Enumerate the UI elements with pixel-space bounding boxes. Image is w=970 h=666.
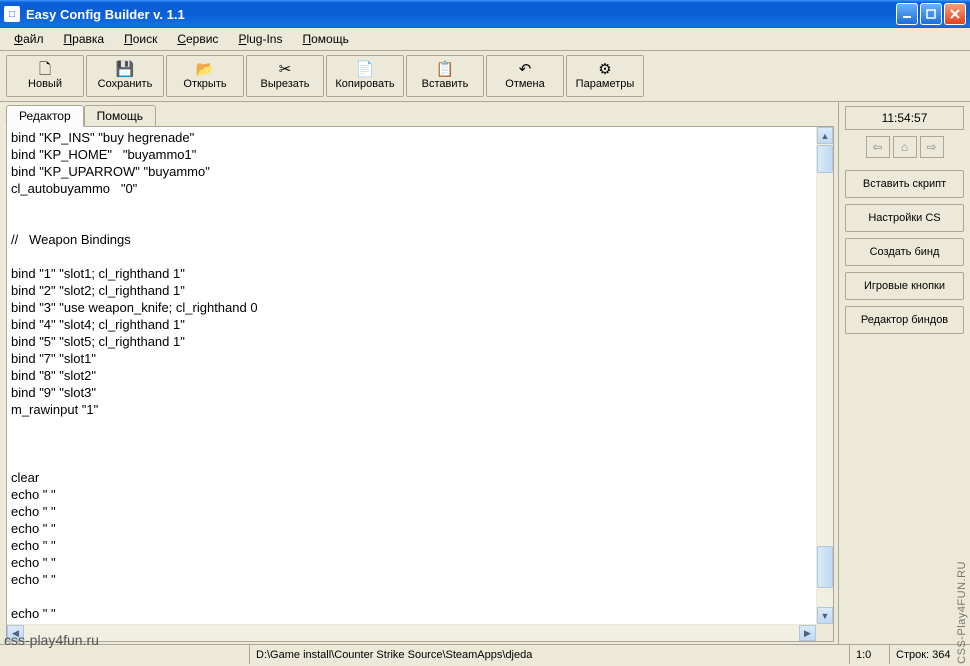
toolbar-label: Сохранить (98, 78, 153, 90)
toolbar-label: Параметры (576, 78, 635, 90)
nav-buttons: ⇦ ⌂ ⇨ (845, 136, 964, 158)
toolbar-label: Вставить (422, 78, 469, 90)
scroll-right-arrow[interactable]: ▶ (799, 625, 816, 641)
nav-back-button[interactable]: ⇦ (866, 136, 890, 158)
app-icon: □ (4, 6, 20, 22)
toolbar-label: Открыть (183, 78, 226, 90)
save-icon: 💾 (116, 62, 135, 77)
minimize-button[interactable] (896, 3, 918, 25)
toolbar-label: Отмена (505, 78, 544, 90)
paste-button[interactable]: 📋Вставить (406, 55, 484, 97)
menu-помощь[interactable]: Помощь (294, 30, 356, 48)
tab-помощь[interactable]: Помощь (84, 105, 156, 127)
tab-редактор[interactable]: Редактор (6, 105, 84, 127)
insert-script-button[interactable]: Вставить скрипт (845, 170, 964, 198)
menu-поиск[interactable]: Поиск (116, 30, 165, 48)
nav-home-button[interactable]: ⌂ (893, 136, 917, 158)
copy-icon: 📄 (356, 62, 375, 77)
scroll-corner (816, 624, 833, 641)
toolbar-label: Копировать (335, 78, 394, 90)
status-cursor-pos: 1:0 (850, 645, 890, 664)
open-button[interactable]: 📂Открыть (166, 55, 244, 97)
titlebar: □ Easy Config Builder v. 1.1 (0, 0, 970, 28)
horizontal-scrollbar[interactable]: ◀ ▶ (7, 624, 816, 641)
bind-editor-button[interactable]: Редактор биндов (845, 306, 964, 334)
cs-settings-button[interactable]: Настройки CS (845, 204, 964, 232)
clock: 11:54:57 (845, 106, 964, 130)
copy-button[interactable]: 📄Копировать (326, 55, 404, 97)
create-bind-button[interactable]: Создать бинд (845, 238, 964, 266)
menubar: ФайлПравкаПоискСервисPlug-InsПомощь (0, 28, 970, 51)
save-button[interactable]: 💾Сохранить (86, 55, 164, 97)
watermark-bottom-right: CSS-Play4FUN.RU (956, 561, 968, 664)
menu-файл[interactable]: Файл (6, 30, 52, 48)
params-button[interactable]: ⚙Параметры (566, 55, 644, 97)
scroll-up-arrow[interactable]: ▲ (817, 127, 833, 144)
toolbar: 🗋Новый💾Сохранить📂Открыть✂Вырезать📄Копиро… (0, 51, 970, 102)
new-icon: 🗋 (39, 62, 51, 77)
menu-plug-ins[interactable]: Plug-Ins (230, 30, 290, 48)
editor-panel: bind "KP_INS" "buy hegrenade" bind "KP_H… (6, 126, 834, 642)
cut-icon: ✂ (279, 62, 292, 77)
undo-icon: ↶ (519, 62, 532, 77)
undo-button[interactable]: ↶Отмена (486, 55, 564, 97)
toolbar-label: Вырезать (261, 78, 310, 90)
editor-textarea[interactable]: bind "KP_INS" "buy hegrenade" bind "KP_H… (7, 127, 833, 641)
scroll-thumb-top[interactable] (817, 145, 833, 173)
statusbar: D:\Game install\Counter Strike Source\St… (0, 644, 970, 664)
menu-правка[interactable]: Правка (56, 30, 113, 48)
new-button[interactable]: 🗋Новый (6, 55, 84, 97)
close-button[interactable] (944, 3, 966, 25)
window-title: Easy Config Builder v. 1.1 (26, 7, 896, 22)
paste-icon: 📋 (436, 62, 455, 77)
tabstrip: РедакторПомощь (6, 104, 834, 126)
vertical-scrollbar[interactable]: ▲ ▼ (816, 127, 833, 624)
nav-forward-button[interactable]: ⇨ (920, 136, 944, 158)
menu-сервис[interactable]: Сервис (169, 30, 226, 48)
toolbar-label: Новый (28, 78, 62, 90)
status-path: D:\Game install\Counter Strike Source\St… (250, 645, 850, 664)
game-keys-button[interactable]: Игровые кнопки (845, 272, 964, 300)
open-icon: 📂 (196, 62, 215, 77)
cut-button[interactable]: ✂Вырезать (246, 55, 324, 97)
scroll-down-arrow[interactable]: ▼ (817, 607, 833, 624)
maximize-button[interactable] (920, 3, 942, 25)
watermark-bottom-left: css-play4fun.ru (4, 632, 99, 648)
scroll-thumb[interactable] (817, 546, 833, 588)
params-icon: ⚙ (598, 62, 611, 77)
side-panel: 11:54:57 ⇦ ⌂ ⇨ Вставить скрипт Настройки … (838, 102, 970, 644)
